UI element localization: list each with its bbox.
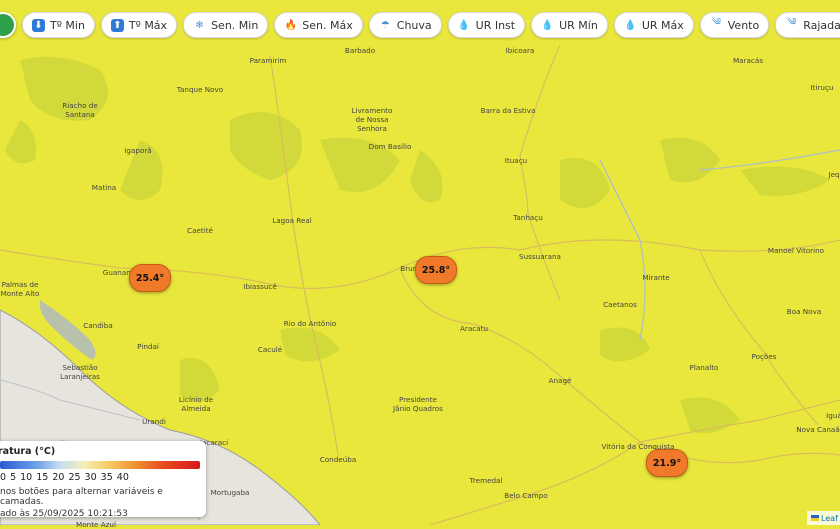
toolbar-button-label: Sen. Máx [302, 18, 353, 32]
city-label: Caetité [187, 226, 213, 235]
temperature-legend: ratura (°C) 0 5 10 15 20 25 30 35 40 nos… [0, 441, 206, 517]
toolbar-button-label: UR Inst [475, 18, 516, 32]
city-label: Poções [751, 352, 777, 361]
city-label: Ituaçu [504, 156, 528, 165]
toolbar-button-vento[interactable]: ༄ Vento [699, 12, 770, 38]
toolbar-button-label: UR Máx [641, 18, 684, 32]
city-label: Matina [91, 183, 117, 192]
legend-title: ratura (°C) [0, 446, 56, 457]
city-label: Livramento de Nossa Senhora [351, 106, 393, 133]
city-label: Iguá [826, 411, 840, 420]
city-label: Anagé [548, 376, 572, 385]
toolbar-buttons: ⬇ Tº Min ⬆ Tº Máx ❄ Sen. Min 🔥 Sen. Máx ☂ Chuva 💧 U… [22, 12, 840, 38]
droplet-icon: 💧 [457, 19, 471, 31]
temperature-marker[interactable]: 25.8° [415, 256, 457, 284]
fire-icon: 🔥 [284, 19, 298, 31]
temperature-marker[interactable]: 21.9° [646, 449, 688, 477]
attribution-link[interactable]: Leaf [821, 514, 838, 523]
ukraine-flag-icon [811, 515, 820, 521]
variable-toolbar: ⬇ Tº Min ⬆ Tº Máx ❄ Sen. Min 🔥 Sen. Máx ☂ Chuva 💧 U… [0, 8, 840, 42]
city-label: Palmas de Monte Alto [0, 280, 40, 298]
city-label: Riacho de Santana [62, 101, 98, 119]
city-label: Aracatu [459, 324, 489, 333]
city-label: Itiruçu [810, 83, 834, 92]
city-label: Igaporã [124, 146, 152, 155]
legend-ticks: 0 5 10 15 20 25 30 35 40 [0, 472, 129, 483]
toolbar-button-label: Tº Máx [128, 18, 168, 32]
temperature-marker[interactable]: 25.4° [129, 264, 171, 292]
city-label: Sebastião Laranjeiras [60, 363, 100, 381]
toolbar-button-label: Chuva [396, 18, 432, 32]
toolbar-button-sen-min[interactable]: ❄ Sen. Min [183, 12, 269, 38]
droplet-icon: 💧 [541, 19, 554, 31]
city-label: Belo Campo [504, 491, 548, 500]
city-label: Nova Canaã [796, 425, 840, 434]
city-label: Barra da Estiva [480, 106, 536, 115]
toolbar-button-label: UR Mín [559, 18, 598, 32]
city-label: Urandi [142, 417, 166, 426]
up-arrow-icon: ⬆ [110, 18, 124, 32]
city-label: Presidente Jânio Quadros [393, 395, 443, 413]
down-arrow-icon: ⬇ [32, 18, 45, 32]
city-label: Condeúba [319, 455, 357, 464]
city-label: Tanque Novo [176, 85, 224, 94]
toolbar-button-label: Rajadas [803, 18, 840, 32]
snowflake-icon: ❄ [195, 19, 204, 31]
rain-icon: ☂ [380, 19, 390, 31]
city-label: Barbado [344, 46, 376, 55]
city-label: Jeq [828, 170, 840, 179]
legend-hint: nos botões para alternar variáveis e cam… [0, 487, 163, 507]
city-label: Rio do Antônio [283, 319, 337, 328]
toolbar-button-label: Vento [727, 18, 760, 32]
city-label: Paramirim [249, 56, 287, 65]
wind-icon: ༄ [786, 17, 797, 28]
city-label: Candiba [83, 321, 113, 330]
toolbar-button-label: Tº Min [50, 18, 85, 32]
toolbar-button-ur-m-n[interactable]: 💧 UR Mín [531, 12, 608, 38]
city-label: Mortugaba [210, 488, 250, 497]
city-label: Pindaí [137, 342, 159, 351]
city-label: Manoel Vitorino [767, 246, 825, 255]
city-label: Licínio de Almeida [178, 395, 214, 413]
city-label: Planalto [689, 363, 719, 372]
city-label: Caetanos [603, 300, 637, 309]
wind-icon: ༄ [711, 17, 722, 28]
toolbar-button-t-min[interactable]: ⬇ Tº Min [22, 12, 95, 38]
city-label: Boa Nova [786, 307, 822, 316]
city-label: Tremedal [469, 476, 503, 485]
city-label: Caculé [257, 345, 283, 354]
city-label: Dom Basílio [368, 142, 412, 151]
city-label: Mirante [642, 273, 670, 282]
city-label: Sussuarana [519, 252, 561, 261]
toolbar-button-rajadas[interactable]: ༄ Rajadas [775, 12, 840, 38]
toolbar-button-label: Sen. Min [211, 18, 259, 32]
city-label: Lagoa Real [272, 216, 312, 225]
city-label: Ibiassucê [243, 282, 277, 291]
toolbar-button-ur-m-x[interactable]: 💧 UR Máx [613, 12, 694, 38]
map-attribution[interactable]: Leaf [807, 511, 840, 525]
toolbar-button-t-m-x[interactable]: ⬆ Tº Máx [100, 12, 178, 38]
toolbar-button-ur-inst[interactable]: 💧 UR Inst [447, 12, 526, 38]
city-label: Tanhaçu [513, 213, 543, 222]
legend-color-bar [0, 461, 200, 469]
legend-updated: ado às 25/09/2025 10:21:53 [0, 509, 128, 517]
droplet-icon: 💧 [624, 19, 637, 31]
toolbar-button-sen-m-x[interactable]: 🔥 Sen. Máx [274, 12, 363, 38]
city-label: Maracás [732, 56, 764, 65]
layer-toggle-button[interactable] [0, 12, 16, 38]
toolbar-button-chuva[interactable]: ☂ Chuva [368, 12, 442, 38]
city-label: Ibicoara [505, 46, 535, 55]
